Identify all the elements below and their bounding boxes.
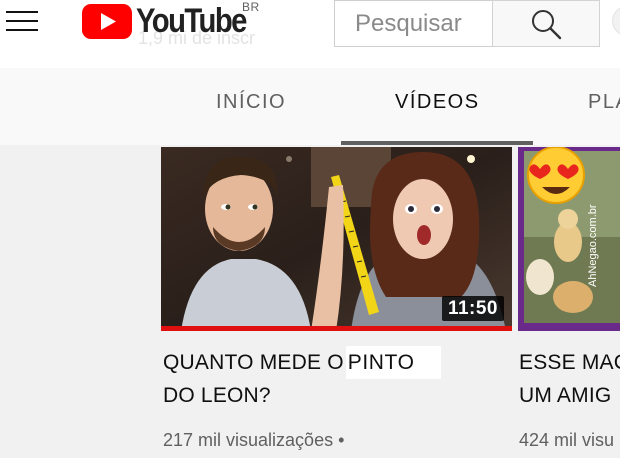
watermark-text: AhNegao.com.br: [587, 204, 599, 287]
thumbnail-image: AhNegao.com.br: [518, 147, 620, 331]
heart-eyes-emoji-icon: [527, 147, 585, 204]
view-count: 217 mil visualizações: [163, 430, 334, 450]
masthead: 1,9 mi de inscr YouTube BR Pesquisar: [0, 0, 620, 68]
video-title[interactable]: ESSE MAC UM AMIG: [519, 346, 620, 412]
video-title-line2: DO LEON?: [163, 384, 271, 407]
selected-tab-indicator: [341, 141, 533, 145]
video-title-highlight: PINTO: [345, 346, 441, 379]
youtube-logo[interactable]: YouTube: [82, 2, 264, 40]
video-metadata: 217 mil visualizações •: [163, 430, 344, 451]
search-button[interactable]: [492, 0, 600, 47]
video-title[interactable]: QUANTO MEDE O PINTO DO LEON?: [163, 346, 463, 412]
video-title-line1: ESSE MAC: [519, 351, 620, 374]
search-bar: Pesquisar: [334, 0, 600, 47]
channel-tabs: INÍCIO VÍDEOS PLA: [0, 68, 620, 145]
view-count: 424 mil visu: [519, 430, 615, 450]
video-thumbnail[interactable]: AhNegao.com.br: [518, 147, 620, 331]
account-avatar[interactable]: [612, 6, 620, 36]
tab-inicio[interactable]: INÍCIO: [216, 91, 286, 114]
video-duration: 11:50: [441, 296, 504, 321]
watch-progress-bar: [161, 326, 512, 331]
video-thumbnail[interactable]: 11:50: [161, 147, 512, 331]
search-icon: [532, 9, 562, 39]
region-code: BR: [242, 0, 260, 14]
meta-separator: •: [338, 430, 345, 450]
menu-icon[interactable]: [6, 6, 40, 34]
search-input[interactable]: Pesquisar: [334, 0, 492, 47]
video-title-line2: UM AMIG: [519, 384, 612, 407]
video-title-line1: QUANTO MEDE O: [163, 351, 344, 374]
youtube-play-icon: [82, 3, 132, 39]
tab-videos[interactable]: VÍDEOS: [395, 91, 480, 114]
logo-wordmark: YouTube: [136, 1, 247, 40]
tab-playlists[interactable]: PLA: [588, 91, 620, 114]
